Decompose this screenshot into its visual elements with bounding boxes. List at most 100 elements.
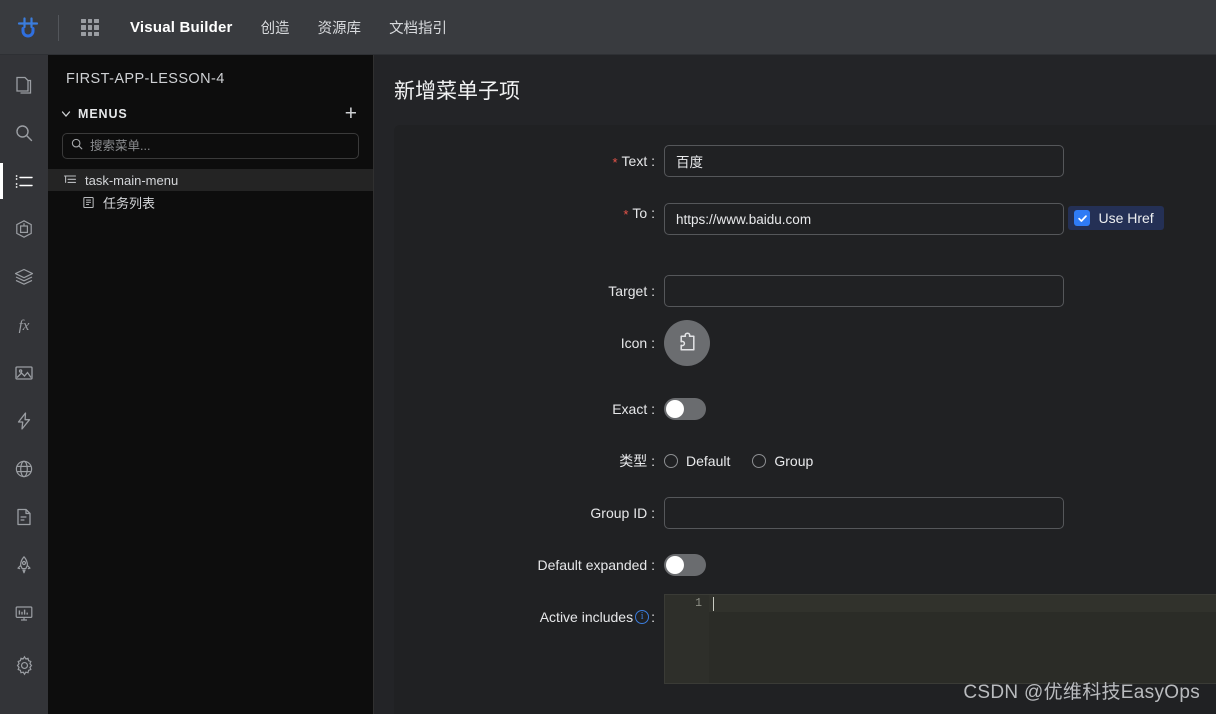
form-row-to: * To : Use Href [394,197,1216,235]
toggle-knob [666,400,684,418]
menus-list-icon [14,171,34,191]
menus-panel: FIRST-APP-LESSON-4 MENUS + 搜索菜单... task-… [48,55,374,714]
search-icon [14,123,34,143]
menus-section-header: MENUS + [48,87,373,124]
nav-item-resources[interactable]: 资源库 [318,17,362,38]
control-default-expanded [664,549,1216,576]
label-active-includes-value: Active includes [539,609,634,625]
app-title: Visual Builder [130,19,233,36]
chevron-down-icon[interactable] [60,108,72,120]
menus-section-label: MENUS [78,107,128,121]
app-body: fx FIRST-APP-LESSON-4 MENUS + 搜索菜单... ta… [0,55,1216,714]
menu-search-box[interactable] [62,133,359,159]
rail-item-menus[interactable] [0,157,48,205]
text-input[interactable] [664,145,1064,177]
pages-icon [14,75,34,95]
document-icon [14,507,34,527]
brand-logo[interactable] [0,15,56,41]
tree-item-label: task-main-menu [85,172,179,188]
info-icon[interactable]: i [635,610,650,624]
target-input[interactable] [664,275,1064,307]
package-icon [14,219,34,239]
label-text: * Text : [612,153,655,170]
label-to-value: To [632,205,648,221]
label-target: Target : [608,283,655,299]
icon-picker-button[interactable] [664,320,710,366]
rail-item-functions[interactable]: fx [0,301,48,349]
control-to: Use Href [664,197,1216,235]
project-name: FIRST-APP-LESSON-4 [66,71,225,87]
radio-label-group: Group [774,453,814,469]
rail-item-search[interactable] [0,109,48,157]
form-row-icon: Icon : [394,320,1216,366]
menu-tree: task-main-menu 任务列表 [48,169,373,213]
app-root: Visual Builder 创造 资源库 文档指引 fx FIRST-APP-… [0,0,1216,714]
radio-unchecked-icon [664,454,678,468]
to-input[interactable] [664,203,1064,235]
control-type: Default Group [664,445,1216,477]
form-row-active-includes: Active includes i: 1 [394,594,1216,684]
rail-item-document[interactable] [0,493,48,541]
control-icon [664,320,1216,366]
label-to: * To : [623,205,655,222]
lightning-icon [14,411,34,431]
nav-item-create[interactable]: 创造 [261,17,290,38]
required-asterisk-icon: * [623,206,629,222]
label-default-expanded: Default expanded : [537,557,655,573]
rail-item-images[interactable] [0,349,48,397]
label-type: 类型 : [619,453,655,469]
rail-item-pages[interactable] [0,61,48,109]
group-id-input[interactable] [664,497,1064,529]
use-href-label: Use Href [1098,210,1154,226]
topbar-divider [58,14,59,41]
radio-option-group[interactable]: Group [752,453,813,469]
icon-rail: fx [0,55,48,714]
editor-line-numbers: 1 [665,595,709,683]
chart-monitor-icon [14,603,34,623]
toggle-knob [666,556,684,574]
nav-item-docs[interactable]: 文档指引 [389,17,447,38]
control-active-includes: 1 [664,594,1216,684]
image-icon [14,363,34,383]
label-text-value: Text [621,153,648,169]
editor-caret [713,597,714,611]
form-row-target: Target : [394,275,1216,307]
rail-item-package[interactable] [0,205,48,253]
radio-label-default: Default [686,453,731,469]
search-icon [71,137,83,155]
main-content: 新增菜单子项 * Text : * To : [374,55,1216,714]
form-row-text: * Text : [394,145,1216,177]
active-includes-code-editor[interactable]: 1 [664,594,1216,684]
control-group-id [664,497,1216,529]
rail-item-rocket[interactable] [0,541,48,589]
label-target-value: Target [608,283,648,299]
label-active-includes: Active includes i: [539,609,655,625]
label-default-expanded-value: Default expanded [537,557,648,573]
control-target [664,275,1216,307]
apps-grid-icon[interactable] [81,18,99,37]
rail-item-globe[interactable] [0,445,48,493]
menu-search-input[interactable] [90,139,350,153]
rail-item-layers[interactable] [0,253,48,301]
tree-item-label: 任务列表 [103,195,156,211]
rail-item-lightning[interactable] [0,397,48,445]
radio-option-default[interactable]: Default [664,453,730,469]
add-menu-button[interactable]: + [345,103,359,124]
easyops-logo-icon [15,15,41,41]
control-text [664,145,1216,177]
exact-toggle[interactable] [664,398,706,420]
use-href-checkbox[interactable]: Use Href [1068,206,1164,230]
menu-item-icon [80,196,96,209]
tree-item-task-list[interactable]: 任务列表 [48,191,373,213]
menu-tree-icon [62,173,78,187]
rail-item-settings[interactable] [0,641,48,689]
globe-icon [14,459,34,479]
default-expanded-toggle[interactable] [664,554,706,576]
type-radio-group: Default Group [664,445,1216,477]
control-exact [664,393,1216,420]
tree-item-task-main-menu[interactable]: task-main-menu [48,169,373,191]
editor-text-area[interactable] [709,595,1216,683]
top-navigation-bar: Visual Builder 创造 资源库 文档指引 [0,0,1216,55]
rail-item-analytics[interactable] [0,589,48,637]
layers-icon [14,267,34,287]
